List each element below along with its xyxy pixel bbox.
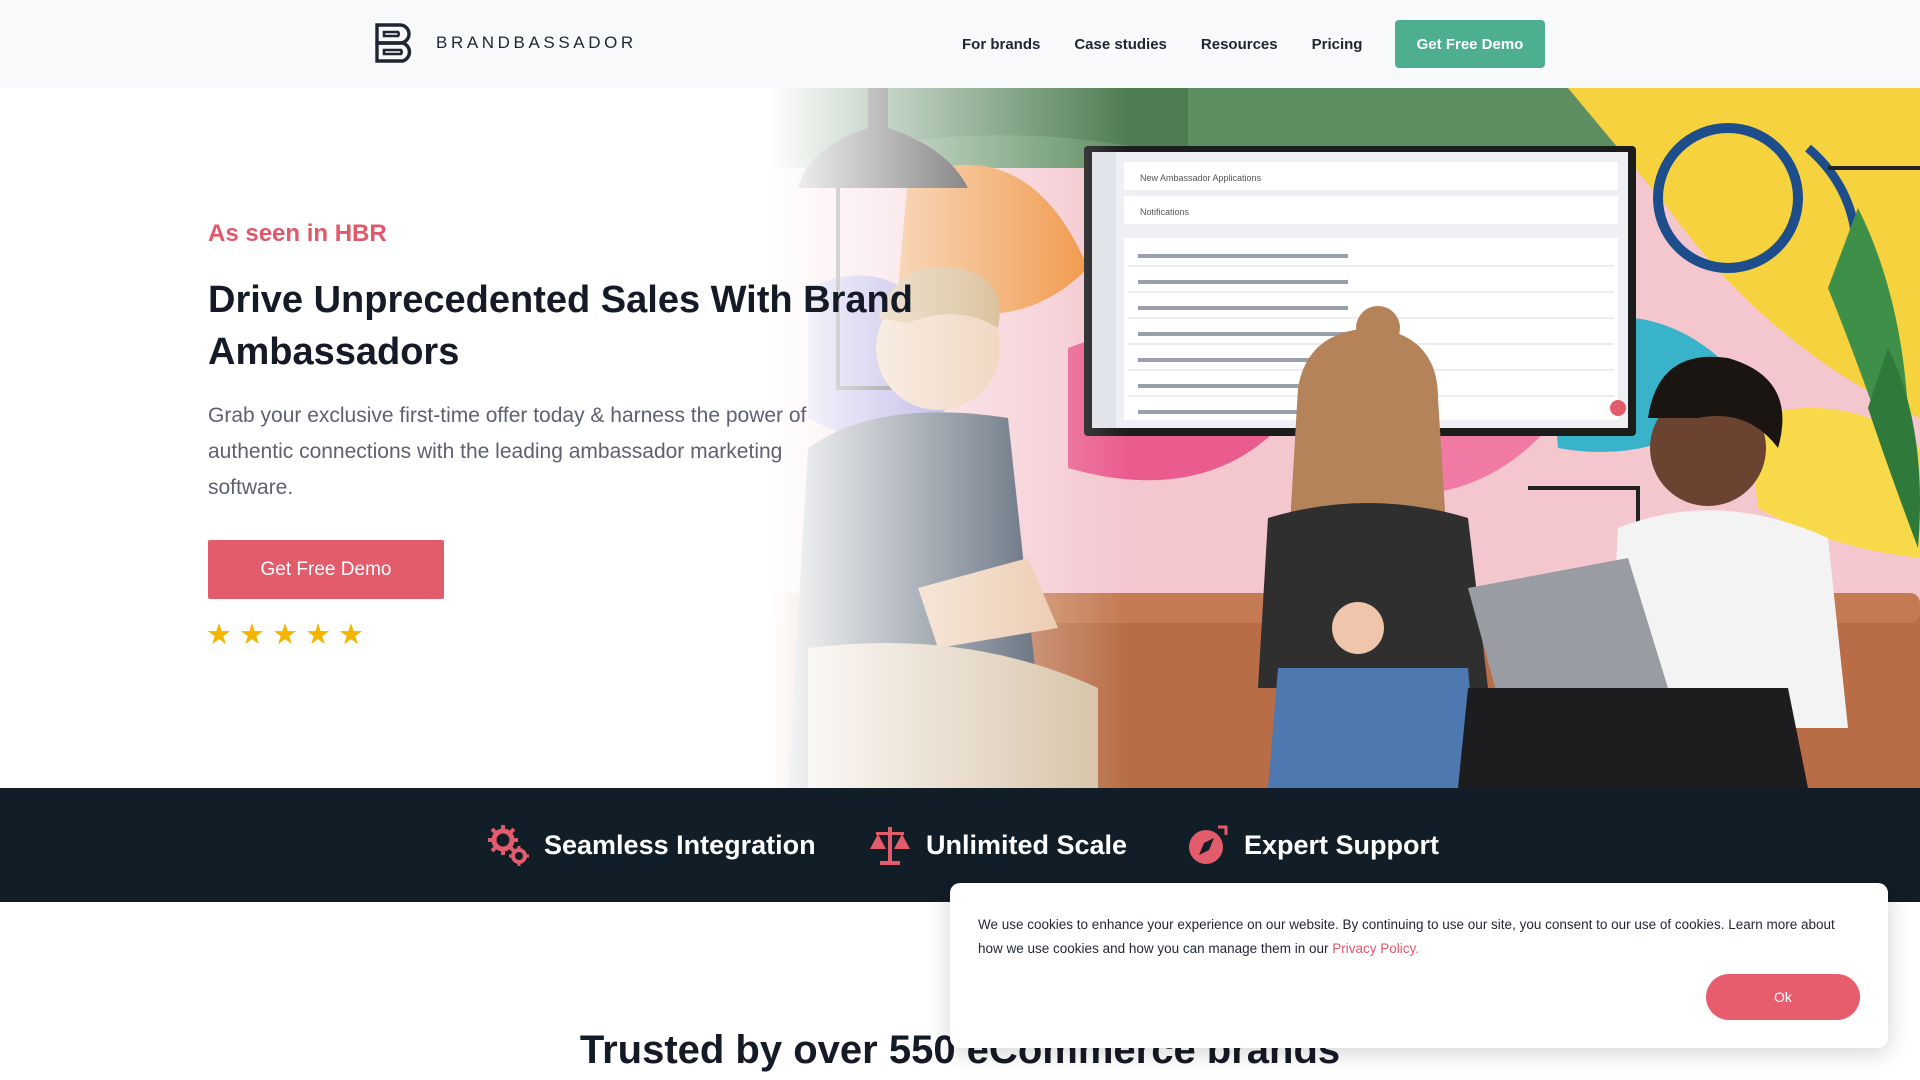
cookie-ok-button[interactable]: Ok — [1706, 974, 1860, 1020]
feature-seamless-integration: Seamless Integration — [486, 788, 816, 902]
privacy-policy-link[interactable]: Privacy Policy. — [1332, 941, 1419, 956]
feature-label: Seamless Integration — [544, 829, 816, 860]
hero-get-demo-button[interactable]: Get Free Demo — [208, 540, 444, 599]
nav-for-brands[interactable]: For brands — [962, 36, 1040, 53]
brand-name: BRANDBASSADOR — [436, 33, 637, 52]
screen-notifications-label: Notifications — [1140, 207, 1190, 217]
screen-applications-label: New Ambassador Applications — [1140, 173, 1262, 183]
compass-icon — [1189, 825, 1228, 864]
star-icon: ★ — [272, 619, 298, 651]
hero-subtitle: Grab your exclusive first-time offer tod… — [208, 404, 807, 499]
feature-label: Expert Support — [1244, 829, 1440, 860]
hero-title: Drive Unprecedented Sales With Brand Amb… — [208, 279, 913, 373]
star-icon: ★ — [338, 619, 364, 651]
star-icon: ★ — [206, 619, 232, 651]
brand-logo[interactable]: BRANDBASSADOR — [374, 22, 637, 64]
feature-label: Unlimited Scale — [926, 829, 1128, 860]
nav-case-studies[interactable]: Case studies — [1074, 36, 1167, 53]
nav-pricing[interactable]: Pricing — [1312, 36, 1363, 53]
nav-resources[interactable]: Resources — [1201, 36, 1278, 53]
gears-icon — [488, 825, 529, 866]
star-icon: ★ — [305, 619, 331, 651]
header-get-demo-button[interactable]: Get Free Demo — [1395, 20, 1545, 68]
site-header: BRANDBASSADOR For brands Case studies Re… — [0, 0, 1920, 88]
logo-mark-icon — [375, 23, 412, 63]
hero-section: New Ambassador Applications Notification… — [0, 88, 1920, 788]
hbr-kicker: As seen in HBR — [208, 220, 387, 247]
cookie-banner: We use cookies to enhance your experienc… — [950, 883, 1888, 1048]
main-nav: For brands Case studies Resources Pricin… — [962, 0, 1396, 88]
cookie-message: We use cookies to enhance your experienc… — [978, 913, 1858, 961]
star-icon: ★ — [239, 619, 265, 651]
rating-stars: ★ ★ ★ ★ ★ — [206, 621, 364, 650]
scale-icon — [870, 827, 910, 865]
